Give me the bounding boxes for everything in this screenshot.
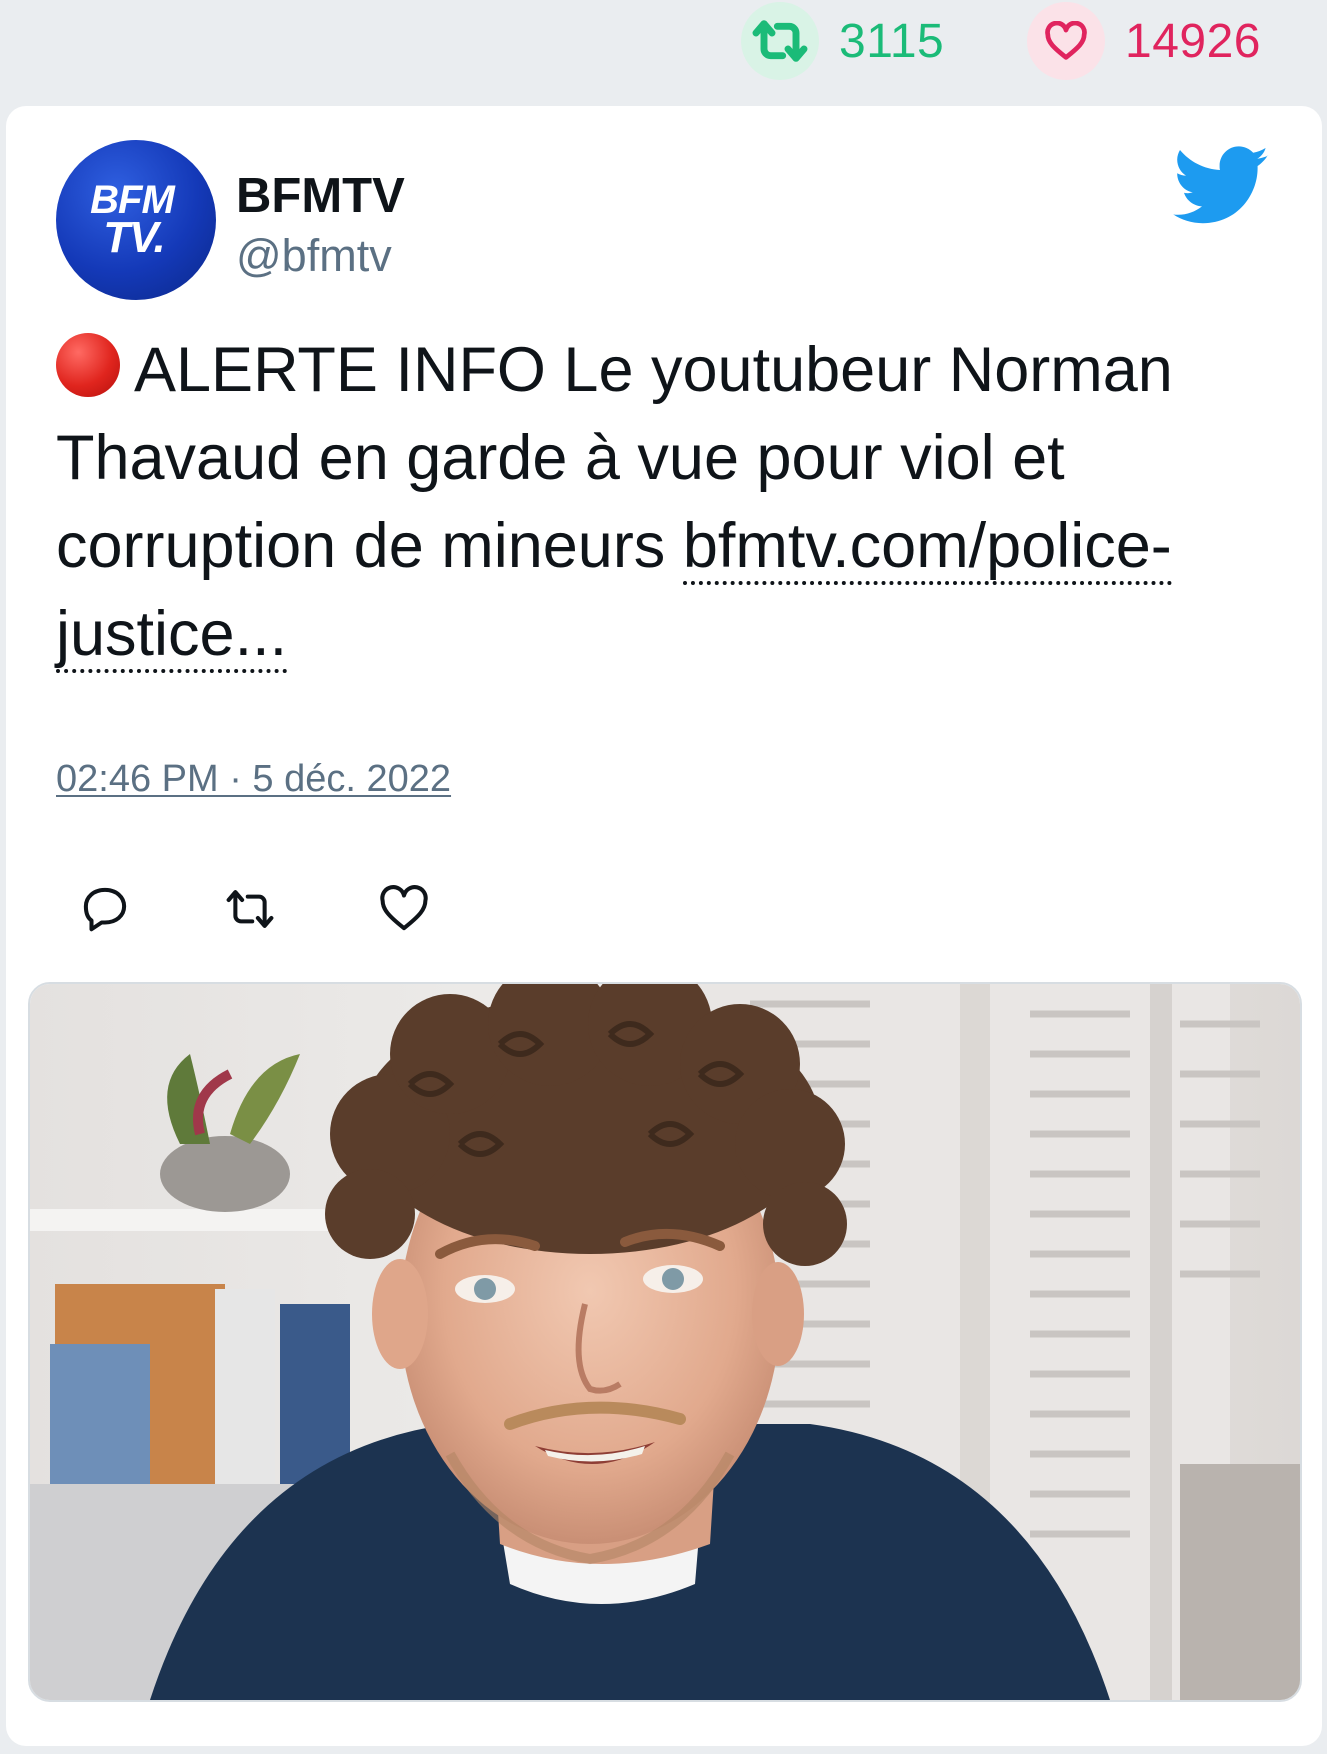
tweet-text: ALERTE INFO Le youtubeur Norman Thavaud … xyxy=(56,326,1296,678)
like-count: 14926 xyxy=(1125,14,1261,68)
retweet-icon[interactable] xyxy=(223,882,277,936)
author-handle[interactable]: @bfmtv xyxy=(236,230,392,282)
photo-of-person xyxy=(30,984,1300,1700)
tweet-card: BFM TV. BFMTV @bfmtv ALERTE INFO Le yout… xyxy=(6,106,1322,1746)
author-name[interactable]: BFMTV xyxy=(236,168,405,224)
tweet-timestamp[interactable]: 02:46 PM · 5 déc. 2022 xyxy=(56,758,451,801)
tweet-media-photo[interactable] xyxy=(28,982,1302,1702)
heart-icon[interactable] xyxy=(377,882,431,936)
engagement-stats: 3115 14926 xyxy=(0,0,1327,100)
avatar[interactable]: BFM TV. xyxy=(56,140,216,300)
reply-icon[interactable] xyxy=(78,882,132,936)
twitter-bird-icon[interactable] xyxy=(1172,146,1272,226)
like-stat[interactable]: 14926 xyxy=(1027,2,1261,80)
heart-stat-icon xyxy=(1027,2,1105,80)
avatar-logo-line-2: TV. xyxy=(103,213,165,263)
retweet-stat[interactable]: 3115 xyxy=(741,2,944,80)
retweet-count: 3115 xyxy=(839,14,945,68)
red-circle-emoji xyxy=(56,333,120,397)
retweet-stat-icon xyxy=(741,2,819,80)
